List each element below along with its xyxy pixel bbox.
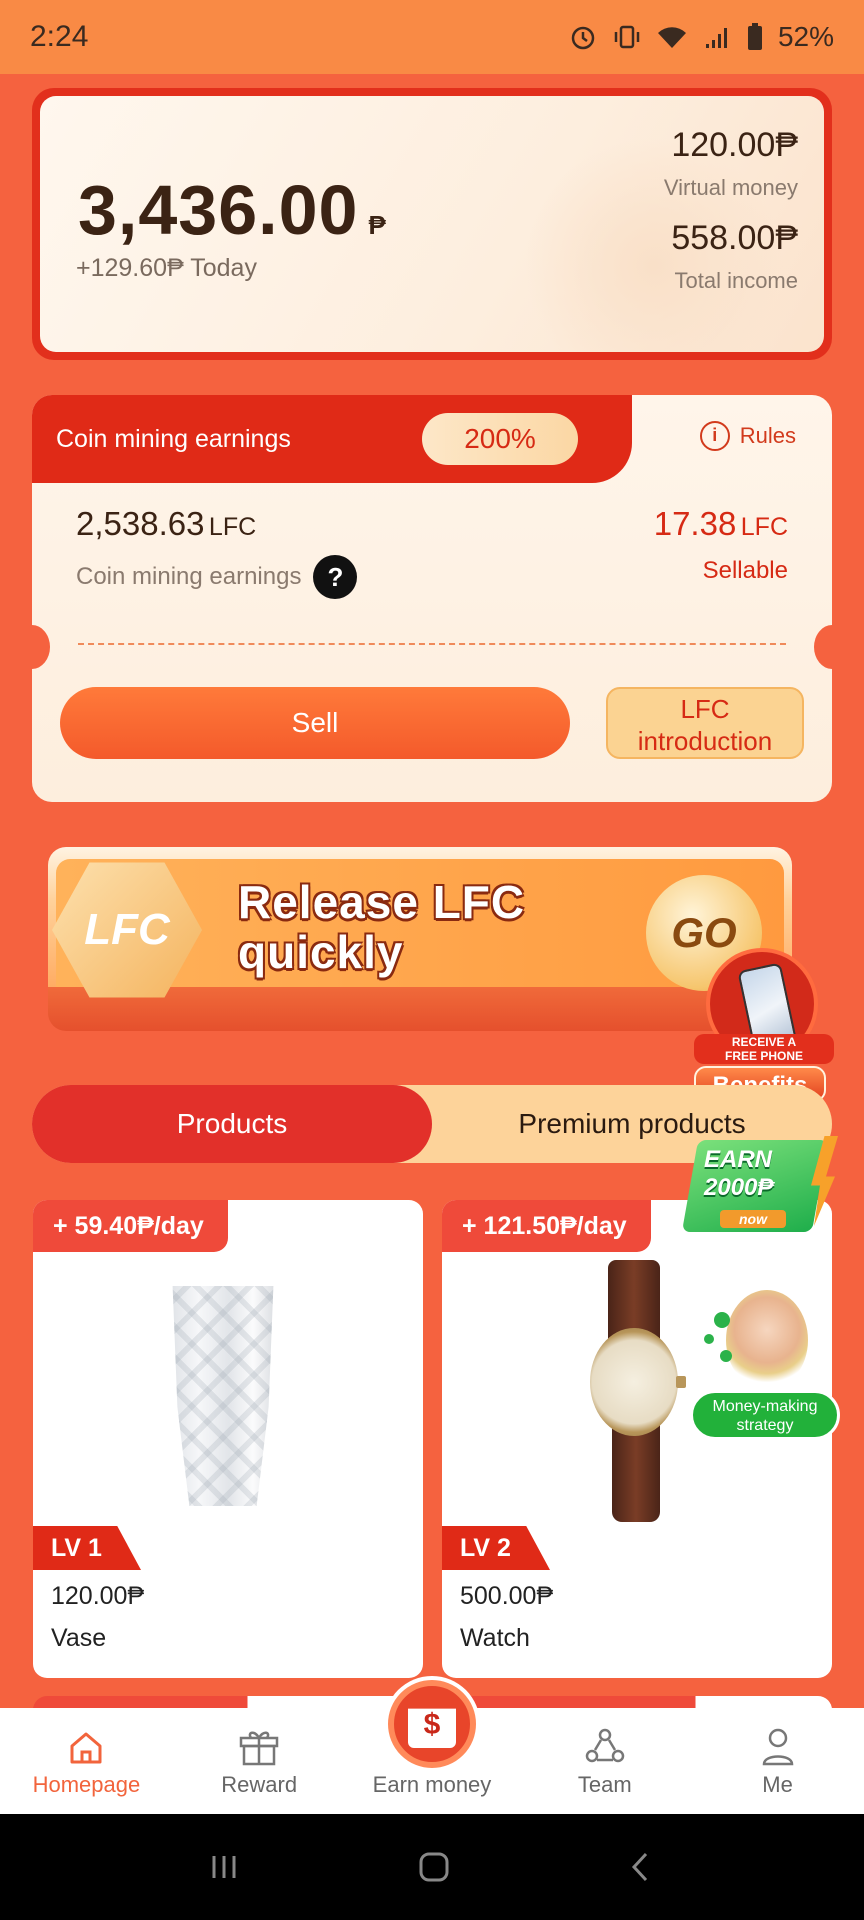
sellable-value: 17.38 bbox=[653, 505, 737, 542]
strategy-line1: Money-making bbox=[712, 1398, 818, 1415]
vase-image bbox=[172, 1286, 274, 1506]
product-name: Vase bbox=[51, 1624, 107, 1652]
battery-icon bbox=[747, 23, 762, 50]
back-icon[interactable] bbox=[626, 1850, 656, 1884]
sellable-label: Sellable bbox=[702, 557, 788, 584]
mining-earnings-unit: LFC bbox=[208, 513, 257, 541]
status-icons: 52% bbox=[568, 21, 834, 53]
home-icon bbox=[70, 1732, 102, 1764]
tab-products[interactable]: Products bbox=[32, 1085, 432, 1163]
virtual-money-value: 120.00₱ bbox=[671, 126, 798, 164]
balance-currency: ₱ bbox=[368, 210, 386, 240]
status-bar: 2:24 52% bbox=[0, 0, 864, 74]
balance-main: 3,436.00 ₱ bbox=[78, 170, 386, 250]
home-button-icon[interactable] bbox=[417, 1850, 451, 1884]
vibrate-icon bbox=[614, 25, 640, 49]
money-making-strategy-badge[interactable]: Money-making strategy bbox=[690, 1290, 840, 1440]
earn-money-center-button[interactable]: $ bbox=[388, 1680, 476, 1768]
balance-amount: 3,436.00 bbox=[78, 171, 359, 249]
nav-label: Team bbox=[577, 1772, 632, 1797]
battery-percent: 52% bbox=[777, 21, 834, 52]
product-price: 120.00₱ bbox=[51, 1582, 145, 1610]
mining-title: Coin mining earnings bbox=[56, 425, 291, 453]
daily-rate-badge: + 59.40₱/day bbox=[33, 1200, 228, 1252]
nav-label: Me bbox=[762, 1772, 793, 1797]
today-earnings: +129.60₱ Today bbox=[76, 254, 257, 282]
system-nav-bar bbox=[0, 1814, 864, 1920]
sellable-unit: LFC bbox=[740, 513, 788, 541]
banner-headline: Release LFC quickly bbox=[238, 877, 525, 977]
earn-now: now bbox=[720, 1210, 786, 1228]
earn-2000-badge[interactable]: EARN 2000₱ now bbox=[681, 1136, 840, 1240]
sell-button[interactable]: Sell bbox=[60, 687, 570, 759]
nav-team[interactable]: Team bbox=[518, 1708, 691, 1814]
status-time: 2:24 bbox=[30, 20, 89, 53]
total-income-value: 558.00₱ bbox=[671, 219, 798, 257]
lfc-introduction-line2: introduction bbox=[637, 726, 773, 756]
nav-homepage[interactable]: Homepage bbox=[0, 1708, 173, 1814]
nav-label: Earn money bbox=[372, 1772, 492, 1797]
nav-me[interactable]: Me bbox=[691, 1708, 864, 1814]
team-icon bbox=[585, 1728, 625, 1763]
signal-icon bbox=[705, 28, 727, 48]
daily-rate-badge: + 121.50₱/day bbox=[442, 1200, 651, 1252]
gift-icon bbox=[239, 1731, 279, 1766]
total-income-label: Total income bbox=[674, 268, 798, 293]
banner-line1: Release LFC bbox=[238, 876, 526, 928]
nav-label: Reward bbox=[221, 1772, 298, 1797]
nav-reward[interactable]: Reward bbox=[173, 1708, 346, 1814]
recents-icon[interactable] bbox=[208, 1852, 242, 1882]
lfc-introduction-line1: LFC bbox=[680, 694, 730, 724]
strategy-line2: strategy bbox=[736, 1417, 794, 1434]
free-phone-line2: FREE PHONE bbox=[724, 1049, 803, 1063]
wifi-icon bbox=[657, 27, 686, 48]
product-card-vase[interactable]: + 59.40₱/day LV 1 120.00₱ Vase bbox=[33, 1200, 423, 1678]
release-lfc-banner[interactable]: LFC Release LFC quickly GO bbox=[48, 847, 798, 1042]
alarm-icon bbox=[571, 26, 595, 50]
user-icon bbox=[762, 1728, 793, 1766]
ticket-notch-left bbox=[32, 625, 50, 669]
rules-label: Rules bbox=[739, 423, 796, 448]
virtual-money-label: Virtual money bbox=[663, 175, 798, 200]
mining-earnings-label: Coin mining earnings bbox=[76, 563, 302, 590]
help-icon[interactable]: ? bbox=[313, 555, 358, 599]
info-icon: i bbox=[699, 421, 730, 451]
product-name: Watch bbox=[460, 1624, 530, 1652]
free-phone-label: RECEIVE A FREE PHONE bbox=[694, 1034, 834, 1064]
earn-line1: EARN bbox=[704, 1146, 773, 1173]
avatar bbox=[726, 1290, 808, 1390]
free-phone-badge[interactable]: RECEIVE A FREE PHONE Benefits bbox=[694, 948, 834, 1103]
mining-card: Coin mining earnings 200% i Rules 2,538.… bbox=[32, 395, 832, 802]
dashed-divider bbox=[78, 643, 786, 645]
dollar-bag-icon: $ bbox=[423, 1708, 441, 1741]
mining-percent-badge: 200% bbox=[422, 413, 578, 465]
balance-card: 3,436.00 ₱ +129.60₱ Today 120.00₱ Virtua… bbox=[32, 88, 832, 360]
mining-header: Coin mining earnings 200% bbox=[32, 395, 632, 483]
ticket-notch-right bbox=[814, 625, 832, 669]
lfc-introduction-button[interactable]: LFC introduction bbox=[606, 687, 804, 759]
free-phone-line1: RECEIVE A bbox=[731, 1035, 797, 1049]
strategy-label: Money-making strategy bbox=[690, 1390, 840, 1440]
level-badge: LV 1 bbox=[33, 1526, 141, 1570]
nav-label: Homepage bbox=[32, 1772, 141, 1797]
rules-link[interactable]: i Rules bbox=[699, 421, 796, 451]
mining-earnings-value: 2,538.63 bbox=[76, 505, 205, 542]
earn-line2: 2000₱ bbox=[704, 1174, 774, 1201]
product-price: 500.00₱ bbox=[460, 1582, 554, 1610]
banner-line2: quickly bbox=[238, 926, 404, 978]
level-badge: LV 2 bbox=[442, 1526, 550, 1570]
